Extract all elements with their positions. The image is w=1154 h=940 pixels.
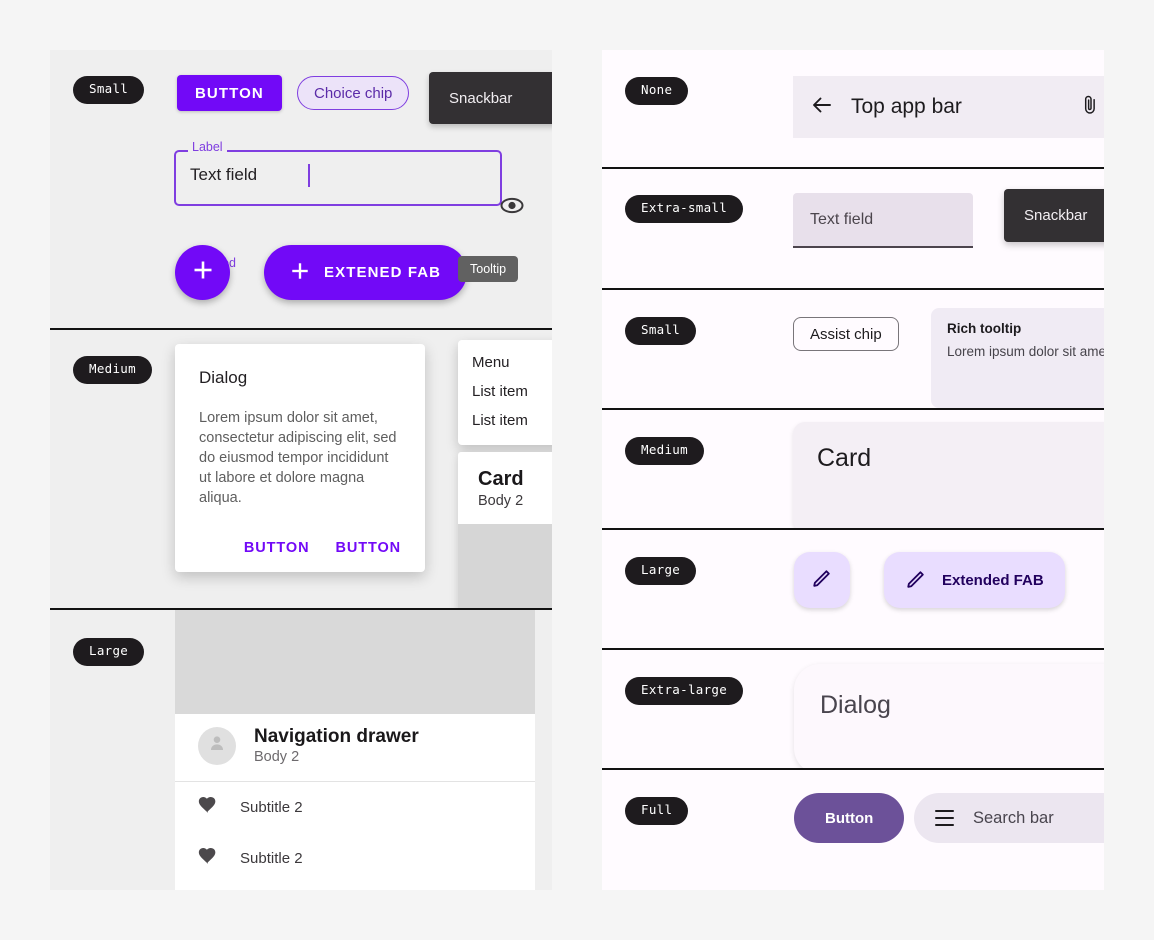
menu-header[interactable]: Menu	[458, 348, 552, 377]
size-label-small: Small	[73, 76, 145, 104]
drawer-list-item[interactable]: Subtitle 2	[175, 833, 535, 884]
right-section-extra-small: Extra-small Text field Snackbar	[602, 169, 1104, 288]
dialog-body: Lorem ipsum dolor sit amet, consectetur …	[199, 410, 397, 506]
dialog: Dialog Lorem ipsum dolor sit amet, conse…	[175, 344, 425, 572]
left-panel: Small BUTTON Choice chip Snackbar Label …	[50, 50, 552, 890]
right-section-medium: Medium Card	[602, 410, 1104, 528]
snackbar: Snackbar	[429, 72, 552, 124]
left-section-small: Small BUTTON Choice chip Snackbar Label …	[50, 50, 552, 328]
snackbar-label: Snackbar	[449, 89, 513, 107]
card: Card	[793, 422, 1104, 528]
assist-chip-label: Assist chip	[810, 325, 882, 343]
rich-tooltip: Rich tooltip Lorem ipsum dolor sit amet,…	[931, 308, 1104, 408]
drawer-list-item-label: Subtitle 2	[240, 799, 303, 816]
card-title: Card	[478, 468, 524, 490]
right-section-extra-large: Extra-large Dialog	[602, 650, 1104, 768]
avatar	[198, 726, 236, 765]
dialog: Dialog	[794, 664, 1104, 768]
dialog-button-2[interactable]: BUTTON	[335, 536, 401, 560]
hamburger-bar	[935, 823, 954, 826]
person-icon	[206, 732, 228, 759]
drawer-title: Navigation drawer	[254, 726, 419, 747]
eye-icon[interactable]	[500, 194, 524, 223]
size-label-medium: Medium	[625, 437, 704, 465]
pencil-icon	[905, 567, 928, 594]
right-panel: None Top app bar Extra-small Text field …	[602, 50, 1104, 890]
arrow-left-icon[interactable]	[810, 93, 834, 122]
filled-button[interactable]: BUTTON	[177, 75, 282, 111]
drawer-subtitle: Body 2	[254, 749, 300, 765]
text-caret	[308, 164, 310, 187]
drawer-list-item[interactable]: Subtitle 2	[175, 782, 535, 833]
rich-tooltip-body: Lorem ipsum dolor sit amet, consectetur …	[947, 344, 1104, 359]
top-app-bar: Top app bar	[793, 76, 1104, 138]
text-field-label: Label	[188, 140, 227, 154]
menu: Menu List item List item	[458, 340, 552, 445]
heart-icon	[197, 794, 219, 821]
filled-text-field[interactable]: Text field	[793, 193, 973, 248]
card: Card Body 2	[458, 452, 552, 608]
drawer-hero-image	[175, 610, 535, 714]
extended-fab-label: EXTENED FAB	[324, 264, 442, 281]
drawer-list-item-label: Subtitle 2	[240, 850, 303, 867]
card-subtitle: Body 2	[478, 493, 524, 509]
fab-button[interactable]	[794, 552, 850, 608]
fab-button[interactable]	[175, 245, 230, 300]
top-app-bar-title: Top app bar	[851, 95, 962, 118]
right-section-large: Large Extended FAB	[602, 530, 1104, 648]
right-section-full: Full Button Search bar	[602, 770, 1104, 890]
search-bar[interactable]: Search bar	[914, 793, 1104, 843]
size-label-large: Large	[625, 557, 697, 585]
heart-icon	[197, 845, 219, 872]
snackbar-label: Snackbar	[1024, 207, 1088, 224]
choice-chip[interactable]: Choice chip	[297, 76, 410, 110]
size-label-full: Full	[625, 797, 689, 825]
dialog-title: Dialog	[820, 691, 891, 719]
pencil-icon	[811, 566, 834, 594]
navigation-drawer: Navigation drawer Body 2 Subtitle 2 Subt…	[175, 610, 535, 890]
tooltip: Tooltip	[458, 256, 519, 282]
left-section-large: Large Navigation drawer Body 2 Subtitle …	[50, 610, 552, 890]
right-section-small: Small Assist chip Rich tooltip Lorem ips…	[602, 290, 1104, 408]
paperclip-icon[interactable]	[1079, 94, 1101, 121]
hamburger-bar	[935, 810, 954, 813]
size-label-medium: Medium	[73, 356, 152, 384]
extended-fab-label: Extended FAB	[942, 571, 1044, 589]
hamburger-bar	[935, 816, 954, 820]
size-label-small: Small	[625, 317, 697, 345]
size-label-large: Large	[73, 638, 145, 666]
extended-fab-button[interactable]: Extended FAB	[884, 552, 1065, 608]
tooltip-label: Tooltip	[470, 262, 507, 276]
text-field-value: Text field	[190, 165, 258, 184]
dialog-actions: BUTTON BUTTON	[175, 536, 401, 560]
menu-item[interactable]: List item	[458, 377, 552, 406]
snackbar: Snackbar	[1004, 189, 1104, 242]
choice-chip-label: Choice chip	[314, 84, 393, 102]
extended-fab-button[interactable]: EXTENED FAB	[264, 245, 468, 300]
rich-tooltip-title: Rich tooltip	[947, 321, 1022, 336]
drawer-header-text: Navigation drawer Body 2	[254, 726, 419, 765]
hamburger-icon[interactable]	[935, 810, 954, 826]
assist-chip[interactable]: Assist chip	[793, 317, 899, 351]
plus-icon	[290, 261, 310, 285]
size-label-extra-large: Extra-large	[625, 677, 744, 705]
drawer-header: Navigation drawer Body 2	[175, 714, 535, 782]
dialog-title: Dialog	[199, 368, 248, 387]
dialog-button-1[interactable]: BUTTON	[244, 536, 310, 560]
left-section-medium: Medium Dialog Lorem ipsum dolor sit amet…	[50, 330, 552, 608]
plus-icon	[192, 259, 214, 286]
filled-button[interactable]: Button	[794, 793, 905, 843]
size-label-none: None	[625, 77, 689, 105]
search-bar-placeholder: Search bar	[973, 808, 1054, 827]
size-label-extra-small: Extra-small	[625, 195, 744, 223]
card-title: Card	[817, 444, 872, 472]
menu-item[interactable]: List item	[458, 406, 552, 435]
card-media-placeholder	[458, 524, 552, 608]
text-field-placeholder: Text field	[810, 210, 874, 228]
right-section-none: None Top app bar	[602, 50, 1104, 167]
